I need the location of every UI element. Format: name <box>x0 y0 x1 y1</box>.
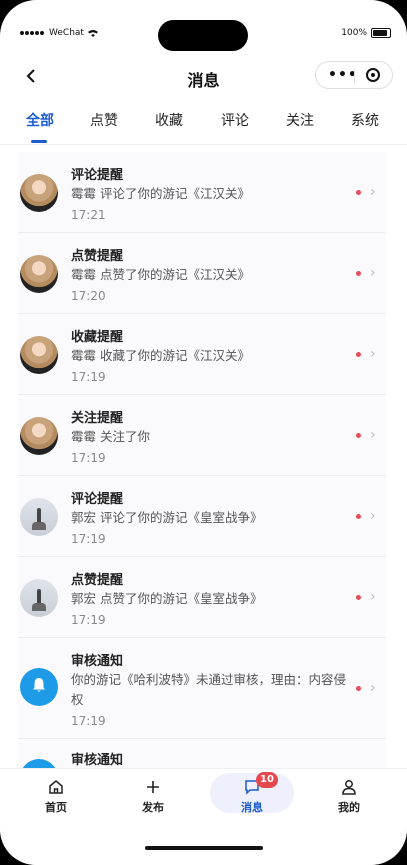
status-bar: WeChat 100% <box>0 26 407 44</box>
unread-dot <box>356 352 361 357</box>
message-title: 收藏提醒 <box>71 330 124 345</box>
chevron-right-icon: › <box>370 680 376 696</box>
avatar <box>20 336 58 374</box>
tabbar-label: 发布 <box>142 801 164 814</box>
message-item[interactable]: 审核通知 <box>18 739 386 768</box>
miniprogram-capsule: ••• <box>315 61 393 89</box>
avatar <box>20 417 58 455</box>
unread-dot <box>356 433 361 438</box>
message-time: 17:20 <box>71 289 106 303</box>
unread-dot <box>356 595 361 600</box>
message-title: 评论提醒 <box>71 168 124 183</box>
chevron-right-icon: › <box>370 589 376 605</box>
close-target-icon[interactable] <box>366 68 380 82</box>
status-left: WeChat <box>20 28 98 38</box>
wifi-icon <box>87 30 98 37</box>
message-desc: 霉霉 点赞了你的游记《江汉关》 <box>71 267 250 282</box>
category-tabs: 全部 点赞 收藏 评论 关注 系统 <box>0 100 407 146</box>
active-tab-indicator <box>31 140 47 143</box>
message-time: 17:21 <box>71 208 106 222</box>
tab-comments[interactable]: 评论 <box>221 110 249 130</box>
tabbar-home[interactable]: 首页 <box>16 777 96 817</box>
carrier-label: WeChat <box>49 28 84 38</box>
message-list[interactable]: 评论提醒 霉霉 评论了你的游记《江汉关》 17:21 › 点赞提醒 霉霉 点赞了… <box>18 152 386 768</box>
tab-favorites[interactable]: 收藏 <box>155 110 183 130</box>
message-item[interactable]: 点赞提醒 霉霉 点赞了你的游记《江汉关》 17:20 › <box>18 233 386 314</box>
tab-follows[interactable]: 关注 <box>286 110 314 130</box>
bottom-tab-bar: 首页 发布 10 消息 我的 <box>0 768 407 865</box>
tabbar-label: 消息 <box>241 801 263 814</box>
message-desc: 郭宏 评论了你的游记《皇室战争》 <box>71 510 263 525</box>
bell-icon <box>33 678 45 692</box>
tabbar-label: 我的 <box>338 801 360 814</box>
avatar <box>20 255 58 293</box>
message-item[interactable]: 关注提醒 霉霉 关注了你 17:19 › <box>18 395 386 476</box>
chevron-right-icon: › <box>370 427 376 443</box>
message-time: 17:19 <box>71 532 106 546</box>
tabbar-publish[interactable]: 发布 <box>113 777 193 817</box>
chevron-right-icon: › <box>370 508 376 524</box>
status-right: 100% <box>341 28 391 38</box>
message-desc: 你的游记《哈利波特》未通过审核，理由：内容侵权 <box>71 672 347 707</box>
message-title: 点赞提醒 <box>71 573 124 588</box>
message-desc: 郭宏 点赞了你的游记《皇室战争》 <box>71 591 263 606</box>
plus-icon <box>147 781 159 793</box>
message-title: 关注提醒 <box>71 411 124 426</box>
avatar <box>20 174 58 212</box>
tabs-divider <box>0 144 407 145</box>
tab-all[interactable]: 全部 <box>26 110 54 130</box>
chevron-right-icon: › <box>370 346 376 362</box>
message-title: 审核通知 <box>71 753 124 768</box>
message-desc: 霉霉 关注了你 <box>71 429 150 444</box>
tab-likes[interactable]: 点赞 <box>90 110 118 130</box>
message-desc: 霉霉 收藏了你的游记《江汉关》 <box>71 348 250 363</box>
battery-label: 100% <box>341 28 367 38</box>
tabbar-profile[interactable]: 我的 <box>309 777 389 817</box>
message-time: 17:19 <box>71 613 106 627</box>
message-title: 审核通知 <box>71 654 124 669</box>
avatar <box>20 579 58 617</box>
message-title: 评论提醒 <box>71 492 124 507</box>
message-item[interactable]: 审核通知 你的游记《哈利波特》未通过审核，理由：内容侵权 17:19 › <box>18 638 386 739</box>
avatar <box>20 498 58 536</box>
unread-dot <box>356 686 361 691</box>
message-item[interactable]: 收藏提醒 霉霉 收藏了你的游记《江汉关》 17:19 › <box>18 314 386 395</box>
message-title: 点赞提醒 <box>71 249 124 264</box>
message-time: 17:19 <box>71 370 106 384</box>
battery-icon <box>371 28 391 38</box>
tabbar-messages[interactable]: 10 消息 <box>210 772 294 817</box>
capsule-divider <box>354 69 355 83</box>
unread-dot <box>356 190 361 195</box>
home-icon <box>49 780 63 794</box>
unread-dot <box>356 514 361 519</box>
tabbar-label: 首页 <box>45 801 67 814</box>
unread-count-badge: 10 <box>256 772 278 788</box>
tab-system[interactable]: 系统 <box>351 110 379 130</box>
message-time: 17:19 <box>71 451 106 465</box>
avatar <box>20 668 58 706</box>
message-desc: 霉霉 评论了你的游记《江汉关》 <box>71 186 250 201</box>
phone-screen: WeChat 100% 消息 ••• 全部 点赞 收藏 评论 关注 系统 评论提… <box>0 0 407 865</box>
home-indicator <box>145 846 263 850</box>
signal-icon <box>20 28 45 38</box>
unread-dot <box>356 271 361 276</box>
user-icon <box>342 780 356 795</box>
message-time: 17:19 <box>71 714 106 728</box>
nav-bar: 消息 ••• <box>0 60 407 94</box>
message-item[interactable]: 评论提醒 郭宏 评论了你的游记《皇室战争》 17:19 › <box>18 476 386 557</box>
chevron-right-icon: › <box>370 184 376 200</box>
chevron-right-icon: › <box>370 265 376 281</box>
message-item[interactable]: 点赞提醒 郭宏 点赞了你的游记《皇室战争》 17:19 › <box>18 557 386 638</box>
message-item[interactable]: 评论提醒 霉霉 评论了你的游记《江汉关》 17:21 › <box>18 152 386 233</box>
avatar <box>20 759 58 768</box>
